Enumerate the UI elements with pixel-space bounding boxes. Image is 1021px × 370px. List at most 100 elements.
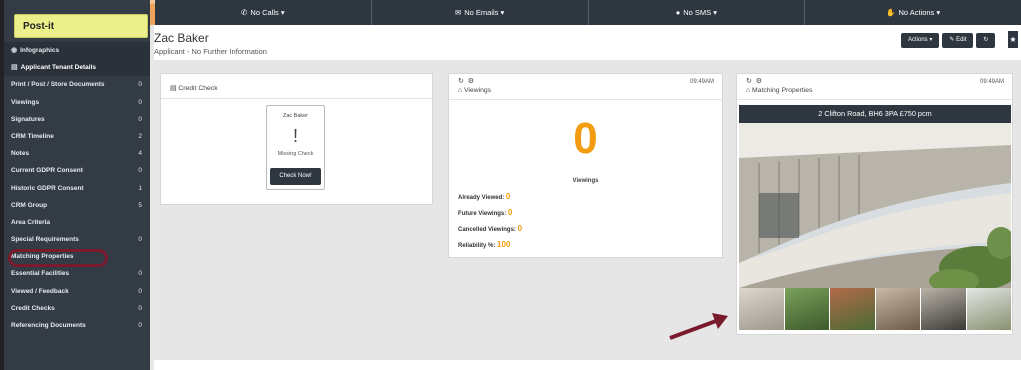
chart-icon: ◉ — [11, 47, 18, 54]
sidebar-item-label: Historic GDPR Consent — [11, 184, 84, 192]
property-thumbnails — [739, 288, 1011, 330]
sidebar-item-label: Applicant Tenant Details — [20, 64, 96, 72]
card-icon: ▤ — [11, 64, 18, 72]
sidebar: Post-it ◉ Infographics ▤ Applicant Tenant … — [0, 0, 150, 370]
sidebar-item-count: 0 — [138, 270, 142, 278]
sidebar-item-label: Current GDPR Consent — [11, 167, 83, 175]
sidebar-item-signatures[interactable]: Signatures 0 — [4, 111, 150, 128]
sidebar-item-label: Area Criteria — [11, 218, 51, 226]
sidebar-item-count: 0 — [138, 322, 142, 329]
sidebar-item-crm-timeline[interactable]: CRM Timeline 2 — [4, 128, 150, 145]
emails-tab[interactable]: ✉ No Emails ▾ — [372, 0, 589, 25]
sidebar-item-label: Signatures — [11, 115, 45, 123]
sidebar-item-area-criteria[interactable]: Area Criteria — [4, 214, 150, 231]
sidebar-item-label: CRM Group — [11, 201, 48, 209]
sidebar-item-count: 0 — [138, 81, 142, 89]
sms-label: No SMS — [683, 8, 712, 17]
panel-title: ⌂ Viewings — [458, 87, 491, 94]
stat-value: 100 — [497, 240, 511, 249]
sidebar-item-viewings[interactable]: Viewings 0 — [4, 94, 150, 111]
stat-label: Cancelled Viewings: — [458, 227, 516, 233]
gear-icon[interactable]: ⚙ — [468, 78, 474, 85]
sidebar-item-notes[interactable]: Notes 4 — [4, 145, 150, 162]
page-subtitle: Applicant - No Further Information — [154, 47, 267, 56]
timestamp: 09:49AM — [689, 79, 714, 85]
matching-title: Matching Properties — [752, 87, 813, 94]
speech-bubble-icon: ● — [675, 8, 681, 17]
sidebar-item-viewed-feedback[interactable]: Viewed / Feedback 0 — [4, 283, 150, 300]
home-icon: ⌂ — [746, 87, 751, 94]
thumbnail-2[interactable] — [784, 288, 829, 330]
sidebar-item-label: Essential Facilities — [11, 270, 70, 278]
viewings-title: Viewings — [464, 87, 492, 94]
stat-label: Already Viewed: — [458, 195, 505, 201]
sidebar-item-credit-checks[interactable]: Credit Checks 0 — [4, 300, 150, 317]
reliability-stat: Reliability %: 100 — [458, 240, 510, 249]
actions-label: No Actions — [898, 8, 935, 17]
document-icon: ▤ — [170, 85, 177, 92]
thumbnail-1[interactable] — [739, 288, 784, 330]
panel-title: ▤ Credit Check — [170, 84, 218, 92]
check-now-button[interactable]: Check Now! — [270, 168, 321, 185]
sidebar-item-crm-group[interactable]: CRM Group 5 — [4, 197, 150, 214]
sidebar-item-label: Infographics — [20, 47, 60, 54]
star-icon: ★ — [1009, 35, 1017, 44]
thumbnail-5[interactable] — [921, 288, 966, 330]
refresh-button[interactable]: ↻ — [976, 33, 996, 48]
thumbnail-6[interactable] — [966, 288, 1011, 330]
thumbnail-3[interactable] — [830, 288, 875, 330]
home-icon: ⌂ — [458, 87, 463, 94]
property-photo[interactable] — [739, 123, 1011, 288]
matching-properties-panel: ↻ ⚙ ⌂ Matching Properties 09:49AM 2 Clif… — [736, 73, 1013, 335]
sidebar-item-special-requirements[interactable]: Special Requirements 0 — [4, 231, 150, 248]
viewings-label: Viewings — [572, 178, 599, 184]
already-viewed-stat: Already Viewed: 0 — [458, 192, 510, 201]
timestamp: 09:49AM — [979, 79, 1004, 85]
panel-controls: ↻ ⚙ — [458, 77, 474, 85]
refresh-icon[interactable]: ↻ — [746, 78, 752, 85]
sidebar-item-count: 4 — [138, 150, 142, 158]
phone-icon: ✆ — [241, 8, 248, 17]
edit-button[interactable]: ✎ Edit — [942, 33, 974, 48]
sidebar-item-infographics[interactable]: ◉ Infographics — [4, 42, 150, 60]
viewings-body: 0 Viewings Already Viewed: 0 Future View… — [449, 104, 722, 258]
refresh-icon[interactable]: ↻ — [458, 78, 464, 85]
pencil-icon: ✎ — [949, 37, 955, 43]
sidebar-item-label: CRM Timeline — [11, 132, 54, 140]
actions-dropdown-button[interactable]: Actions ▾ — [901, 33, 940, 48]
sidebar-item-count: 0 — [138, 167, 142, 175]
future-viewings-stat: Future Viewings: 0 — [458, 208, 512, 217]
sidebar-item-applicant-tenant-details[interactable]: ▤ Applicant Tenant Details — [4, 59, 150, 77]
sidebar-item-current-gdpr[interactable]: Current GDPR Consent 0 — [4, 162, 150, 179]
sidebar-item-count: 2 — [138, 132, 142, 140]
star-bookmark-button[interactable]: ★ — [1008, 31, 1018, 48]
sidebar-item-referencing-documents[interactable]: Referencing Documents 0 — [4, 317, 150, 334]
sidebar-item-count: 0 — [138, 304, 142, 312]
sidebar-item-count: 0 — [138, 236, 142, 244]
sidebar-item-label: Special Requirements — [11, 236, 79, 244]
header-actions: Actions ▾ ✎ Edit ↻ — [901, 33, 996, 48]
sidebar-item-label: Viewings — [11, 98, 40, 106]
top-nav: ✆ No Calls ▾ ✉ No Emails ▾ ● No SMS ▾ ✋ No A… — [155, 0, 1021, 25]
postit-button[interactable]: Post-it — [14, 14, 148, 38]
sms-tab[interactable]: ● No SMS ▾ — [589, 0, 806, 25]
refresh-icon: ↻ — [983, 37, 989, 43]
sidebar-item-historic-gdpr[interactable]: Historic GDPR Consent 1 — [4, 180, 150, 197]
stat-label: Future Viewings: — [458, 211, 507, 217]
edit-label: Edit — [956, 37, 967, 43]
property-address-banner[interactable]: 2 Clifton Road, BH6 3PA £750 pcm — [739, 105, 1011, 123]
sidebar-item-print-post-store[interactable]: Print / Post / Store Documents 0 — [4, 76, 150, 93]
envelope-icon: ✉ — [454, 8, 462, 17]
sidebar-item-label: Print / Post / Store Documents — [11, 81, 105, 89]
actions-tab[interactable]: ✋ No Actions ▾ — [805, 0, 1021, 25]
sidebar-item-essential-facilities[interactable]: Essential Facilities 0 — [4, 265, 150, 282]
gear-icon[interactable]: ⚙ — [756, 78, 762, 85]
sidebar-item-label: Credit Checks — [11, 304, 55, 312]
sidebar-item-label: Viewed / Feedback — [11, 287, 69, 295]
thumbnail-4[interactable] — [875, 288, 920, 330]
calls-tab[interactable]: ✆ No Calls ▾ — [155, 0, 372, 25]
app-window: Post-it ◉ Infographics ▤ Applicant Tenant … — [0, 0, 1021, 370]
credit-check-title: Credit Check — [178, 85, 218, 92]
panel-header: ▤ Credit Check — [161, 74, 432, 99]
sidebar-menu: ◉ Infographics ▤ Applicant Tenant Details … — [4, 42, 150, 334]
